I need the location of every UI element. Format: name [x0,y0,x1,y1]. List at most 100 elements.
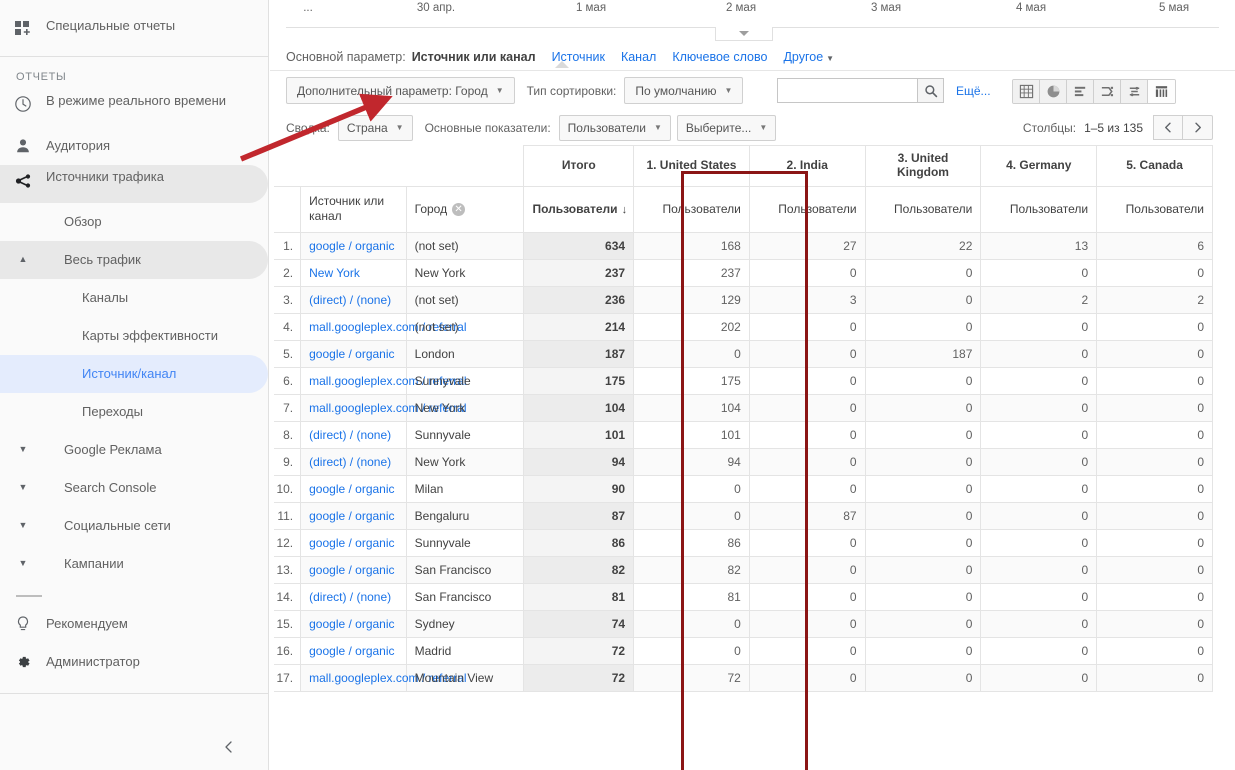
sidebar-item-treemaps[interactable]: Карты эффективности [0,317,268,355]
table-row[interactable]: 7. mall.googleplex.com / referral New York… [274,393,1213,422]
dimension-header-source-medium[interactable]: Источник или канал [300,185,407,233]
timeline-expand-handle[interactable] [715,27,773,41]
columns-prev-button[interactable] [1153,115,1183,140]
cell-country-1-users: 202 [633,312,750,341]
summary-dropdown[interactable]: Страна ▼ [337,114,413,141]
source-medium-link[interactable]: (direct) / (none) [309,428,391,442]
sidebar-item-audience[interactable]: Аудитория [0,127,268,165]
pivot-view-icon[interactable] [1148,80,1175,103]
search-button[interactable] [917,78,944,103]
sort-descending-icon: ↓ [621,204,628,217]
table-row[interactable]: 12. google / organic Sunnyvale 86 86 0 0 0 0 [274,528,1213,557]
metric-header-country-4[interactable]: Пользователи [980,185,1098,233]
sidebar-item-overview[interactable]: Обзор [0,203,268,241]
table-row[interactable]: 16. google / organic Madrid 72 0 0 0 0 0 [274,636,1213,665]
source-medium-link[interactable]: New York [309,266,360,280]
table-row[interactable]: 10. google / organic Milan 90 0 0 0 0 0 [274,474,1213,503]
search-input[interactable] [777,78,917,103]
sidebar-item-traffic-sources[interactable]: Источники трафика [0,165,268,203]
table-row[interactable]: 14. (direct) / (none) San Francisco 81 81 0 0 0… [274,582,1213,611]
source-medium-link[interactable]: google / organic [309,347,394,361]
source-medium-link[interactable]: google / organic [309,482,394,496]
table-row[interactable]: 15. google / organic Sydney 74 0 0 0 0 0 [274,609,1213,638]
sidebar-item-google-ads[interactable]: ▼ Google Реклама [0,431,268,469]
cell-country-2-users: 0 [748,555,866,584]
source-medium-link[interactable]: (direct) / (none) [309,293,391,307]
metric-header-country-2[interactable]: Пользователи [748,185,866,233]
caret-up-icon: ▲ [18,254,28,265]
tab-keyword[interactable]: Ключевое слово [672,50,767,64]
sidebar-collapse-button[interactable] [222,740,236,754]
more-options-link[interactable]: Ещё... [956,84,991,98]
term-cloud-view-icon[interactable] [1121,80,1148,103]
performance-view-icon[interactable] [1067,80,1094,103]
sidebar-item-campaigns[interactable]: ▼ Кампании [0,545,268,583]
source-medium-link[interactable]: google / organic [309,563,394,577]
table-row[interactable]: 11. google / organic Bengaluru 87 0 87 0 0 0 [274,501,1213,530]
row-number: 17. [274,663,301,692]
source-medium-link[interactable]: google / organic [309,644,394,658]
table-row[interactable]: 1. google / organic (not set) 634 168 27 22 13 6 [274,231,1213,260]
metric-header-country-1[interactable]: Пользователи [633,185,750,233]
sidebar-item-channels[interactable]: Каналы [0,279,268,317]
source-medium-link[interactable]: google / organic [309,239,394,253]
tab-other-dropdown[interactable]: Другое ▼ [783,50,834,64]
table-row[interactable]: 8. (direct) / (none) Sunnyvale 101 101 0 0 0 0 [274,420,1213,449]
sidebar-item-realtime[interactable]: В режиме реального времени [0,89,268,127]
dimension-header-city[interactable]: Город ✕ [405,185,525,233]
cell-city: Sunnyvale [405,366,525,395]
cell-country-1-users: 168 [633,231,750,260]
secondary-metric-dropdown[interactable]: Выберите... ▼ [676,114,777,141]
columns-next-button[interactable] [1183,115,1213,140]
sidebar-item-custom-reports[interactable]: Специальные отчеты [0,14,268,52]
source-medium-link[interactable]: (direct) / (none) [309,590,391,604]
cell-city: London [405,339,525,368]
sidebar-item-recommendations[interactable]: Рекомендуем [0,605,268,643]
cell-city: New York [405,258,525,287]
table-row[interactable]: 6. mall.googleplex.com / referral Sunnyval… [274,366,1213,395]
pie-chart-view-icon[interactable] [1040,80,1067,103]
comparison-view-icon[interactable] [1094,80,1121,103]
columns-range: 1–5 из 135 [1084,120,1143,135]
cell-source-medium: (direct) / (none) [300,447,407,476]
table-row[interactable]: 3. (direct) / (none) (not set) 236 129 3 0 2 2 [274,285,1213,314]
table-row[interactable]: 4. mall.googleplex.com / referral (not set… [274,312,1213,341]
cell-country-4-users: 0 [980,609,1098,638]
sidebar-item-source-medium[interactable]: Источник/канал [0,355,268,393]
sidebar-item-referrals[interactable]: Переходы [0,393,268,431]
metric-header-total[interactable]: Пользователи ↓ [523,185,635,233]
table-row[interactable]: 13. google / organic San Francisco 82 82 0 0 0 0 [274,555,1213,584]
group-header-country-1: 1. United States [633,145,750,187]
source-medium-link[interactable]: google / organic [309,536,394,550]
pivot-table-scroll-area[interactable]: Итого 1. United States 2. India 3. Unite… [270,145,1235,770]
metric-header-country-5[interactable]: Пользователи [1096,185,1213,233]
remove-icon[interactable]: ✕ [452,202,466,216]
caret-down-icon: ▼ [18,444,28,455]
cell-country-3-users: 0 [864,582,982,611]
sidebar-item-search-console[interactable]: ▼ Search Console [0,469,268,507]
secondary-dimension-button[interactable]: Дополнительный параметр: Город ▼ [286,77,515,104]
cell-country-2-users: 87 [748,501,866,530]
tab-medium[interactable]: Канал [621,50,656,64]
primary-metric-dropdown[interactable]: Пользователи ▼ [558,114,671,141]
source-medium-link[interactable]: google / organic [309,509,394,523]
source-medium-link[interactable]: (direct) / (none) [309,455,391,469]
table-row[interactable]: 2. New York New York 237 237 0 0 0 0 [274,258,1213,287]
table-row[interactable]: 9. (direct) / (none) New York 94 94 0 0 0 0 [274,447,1213,476]
metric-header-country-3[interactable]: Пользователи [864,185,982,233]
table-view-icon[interactable] [1013,80,1040,103]
cell-country-1-users: 0 [633,474,750,503]
sidebar-item-admin[interactable]: Администратор [0,643,268,681]
cell-country-5-users: 0 [1096,312,1213,341]
sort-type-dropdown[interactable]: По умолчанию ▼ [624,77,744,104]
table-row[interactable]: 17. mall.googleplex.com / referral Mountai… [274,663,1213,692]
table-row[interactable]: 5. google / organic London 187 0 0 187 0 0 [274,339,1213,368]
tab-source-or-medium[interactable]: Источник или канал [412,50,536,64]
cell-country-3-users: 0 [864,366,982,395]
custom-reports-icon [0,18,46,38]
sidebar-item-social[interactable]: ▼ Социальные сети [0,507,268,545]
cell-country-4-users: 13 [980,231,1098,260]
axis-tick: 3 мая [870,2,902,14]
sidebar-item-all-traffic[interactable]: ▲ Весь трафик [0,241,268,279]
source-medium-link[interactable]: google / organic [309,617,394,631]
